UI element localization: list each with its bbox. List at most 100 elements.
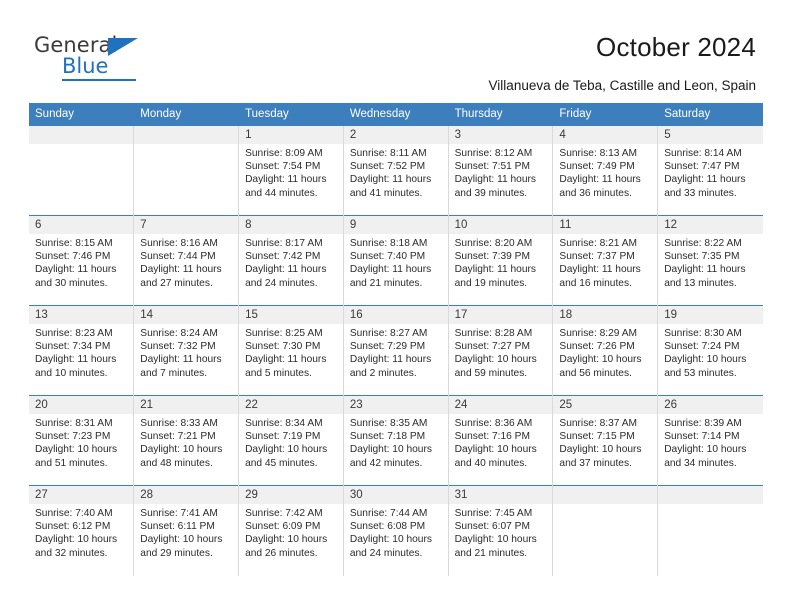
calendar-cell-day-29[interactable]: 29 Sunrise: 7:42 AM Sunset: 6:09 PM Dayligh… <box>238 485 344 576</box>
info-line-sunrise: Sunrise: 8:24 AM <box>140 328 218 339</box>
calendar-cell-day-13[interactable]: 13 Sunrise: 8:23 AM Sunset: 7:34 PM Dayligh… <box>29 305 135 396</box>
day-sun-info: Sunrise: 8:31 AM Sunset: 7:23 PM Daylight:… <box>29 414 133 470</box>
calendar-cell-day-17[interactable]: 17 Sunrise: 8:28 AM Sunset: 7:27 PM Dayligh… <box>448 305 554 396</box>
day-number: 8 <box>239 216 343 234</box>
info-line-sunrise: Sunrise: 8:34 AM <box>245 418 323 429</box>
day-number: 2 <box>343 126 448 144</box>
info-line-daylight-1: Daylight: 11 hours <box>349 264 432 276</box>
day-sun-info: Sunrise: 8:16 AM Sunset: 7:44 PM Daylight:… <box>134 234 238 290</box>
day-sun-info: Sunrise: 7:42 AM Sunset: 6:09 PM Daylight:… <box>239 504 343 560</box>
calendar-cell-day-30[interactable]: 30 Sunrise: 7:44 AM Sunset: 6:08 PM Dayligh… <box>343 485 449 576</box>
info-line-daylight-1: Daylight: 10 hours <box>35 534 118 546</box>
info-line-sunrise: Sunrise: 8:16 AM <box>140 238 218 249</box>
info-line-daylight-2: and 26 minutes. <box>245 547 318 559</box>
info-line-sunrise: Sunrise: 8:37 AM <box>559 418 637 429</box>
day-sun-info: Sunrise: 8:12 AM Sunset: 7:51 PM Daylight:… <box>449 144 553 200</box>
calendar-cell-day-11[interactable]: 11 Sunrise: 8:21 AM Sunset: 7:37 PM Dayligh… <box>552 215 659 306</box>
day-number: 29 <box>239 486 343 504</box>
info-line-sunrise: Sunrise: 7:44 AM <box>349 508 428 519</box>
calendar-cell-empty <box>29 125 135 216</box>
info-line-daylight-2: and 24 minutes. <box>349 547 423 559</box>
calendar-cell-day-23[interactable]: 23 Sunrise: 8:35 AM Sunset: 7:18 PM Dayligh… <box>343 395 449 486</box>
info-line-sunset: Sunset: 7:40 PM <box>349 251 426 263</box>
calendar-cell-day-9[interactable]: 9 Sunrise: 8:18 AM Sunset: 7:40 PM Daylight… <box>343 215 449 306</box>
calendar-cell-day-14[interactable]: 14 Sunrise: 8:24 AM Sunset: 7:32 PM Dayligh… <box>133 305 240 396</box>
day-sun-info: Sunrise: 8:11 AM Sunset: 7:52 PM Daylight:… <box>344 144 448 200</box>
calendar-cell-day-18[interactable]: 18 Sunrise: 8:29 AM Sunset: 7:26 PM Dayligh… <box>552 305 659 396</box>
day-sun-info: Sunrise: 8:13 AM Sunset: 7:49 PM Daylight:… <box>553 144 657 200</box>
info-line-daylight-1: Daylight: 11 hours <box>559 264 641 276</box>
info-line-daylight-1: Daylight: 10 hours <box>349 534 432 546</box>
calendar-cell-day-25[interactable]: 25 Sunrise: 8:37 AM Sunset: 7:15 PM Dayligh… <box>552 395 659 486</box>
info-line-daylight-2: and 44 minutes. <box>245 187 318 199</box>
day-sun-info: Sunrise: 8:15 AM Sunset: 7:46 PM Daylight:… <box>29 234 133 290</box>
calendar-cell-day-10[interactable]: 10 Sunrise: 8:20 AM Sunset: 7:39 PM Dayligh… <box>448 215 554 306</box>
calendar-week-row: 6 Sunrise: 8:15 AM Sunset: 7:46 PM Daylight… <box>29 215 763 306</box>
day-number: 20 <box>29 396 134 414</box>
info-line-daylight-2: and 27 minutes. <box>140 277 213 289</box>
info-line-sunrise: Sunrise: 8:22 AM <box>664 238 742 249</box>
info-line-daylight-2: and 16 minutes. <box>559 277 632 289</box>
info-line-daylight-1: Daylight: 10 hours <box>454 354 537 366</box>
general-blue-logo[interactable]: General Blue <box>34 33 154 81</box>
info-line-sunrise: Sunrise: 7:45 AM <box>454 508 533 519</box>
info-line-daylight-2: and 41 minutes. <box>349 187 423 199</box>
day-sun-info: Sunrise: 8:25 AM Sunset: 7:30 PM Daylight:… <box>239 324 343 380</box>
calendar-cell-day-28[interactable]: 28 Sunrise: 7:41 AM Sunset: 6:11 PM Dayligh… <box>133 485 240 576</box>
day-sun-info: Sunrise: 7:45 AM Sunset: 6:07 PM Daylight:… <box>449 504 553 560</box>
day-number: 15 <box>239 306 343 324</box>
calendar-cell-day-8[interactable]: 8 Sunrise: 8:17 AM Sunset: 7:42 PM Daylight… <box>238 215 344 306</box>
calendar-cell-day-19[interactable]: 19 Sunrise: 8:30 AM Sunset: 7:24 PM Dayligh… <box>657 305 763 396</box>
calendar-cell-day-22[interactable]: 22 Sunrise: 8:34 AM Sunset: 7:19 PM Dayligh… <box>238 395 344 486</box>
calendar-cell-day-27[interactable]: 27 Sunrise: 7:40 AM Sunset: 6:12 PM Dayligh… <box>29 485 135 576</box>
info-line-sunset: Sunset: 7:51 PM <box>454 161 530 173</box>
day-number: 18 <box>553 306 658 324</box>
day-sun-info: Sunrise: 8:28 AM Sunset: 7:27 PM Daylight:… <box>449 324 553 380</box>
calendar-cell-day-5[interactable]: 5 Sunrise: 8:14 AM Sunset: 7:47 PM Daylight… <box>657 125 763 216</box>
info-line-daylight-2: and 29 minutes. <box>140 547 213 559</box>
calendar-cell-day-12[interactable]: 12 Sunrise: 8:22 AM Sunset: 7:35 PM Dayligh… <box>657 215 763 306</box>
info-line-daylight-2: and 10 minutes. <box>35 367 108 379</box>
calendar-cell-day-2[interactable]: 2 Sunrise: 8:11 AM Sunset: 7:52 PM Daylight… <box>343 125 449 216</box>
info-line-daylight-1: Daylight: 11 hours <box>664 264 746 276</box>
info-line-sunset: Sunset: 7:23 PM <box>35 431 111 443</box>
info-line-daylight-1: Daylight: 11 hours <box>664 174 746 186</box>
day-sun-info: Sunrise: 8:14 AM Sunset: 7:47 PM Daylight:… <box>658 144 762 200</box>
day-number <box>134 126 239 144</box>
weekday-header-sunday: Sunday <box>29 103 135 126</box>
info-line-sunset: Sunset: 7:52 PM <box>349 161 426 173</box>
calendar-cell-day-6[interactable]: 6 Sunrise: 8:15 AM Sunset: 7:46 PM Daylight… <box>29 215 135 306</box>
calendar-cell-day-3[interactable]: 3 Sunrise: 8:12 AM Sunset: 7:51 PM Daylight… <box>448 125 554 216</box>
calendar-cell-day-31[interactable]: 31 Sunrise: 7:45 AM Sunset: 6:07 PM Dayligh… <box>448 485 554 576</box>
page-title: October 2024 <box>596 32 756 62</box>
calendar-cell-empty <box>552 485 659 576</box>
calendar-cell-day-21[interactable]: 21 Sunrise: 8:33 AM Sunset: 7:21 PM Dayligh… <box>133 395 240 486</box>
info-line-daylight-2: and 2 minutes. <box>349 367 417 379</box>
info-line-daylight-1: Daylight: 10 hours <box>349 444 432 456</box>
info-line-daylight-1: Daylight: 10 hours <box>454 534 537 546</box>
day-number: 3 <box>448 126 553 144</box>
calendar-cell-day-20[interactable]: 20 Sunrise: 8:31 AM Sunset: 7:23 PM Dayligh… <box>29 395 135 486</box>
info-line-sunset: Sunset: 7:37 PM <box>559 251 635 263</box>
info-line-daylight-2: and 42 minutes. <box>349 457 423 469</box>
info-line-sunrise: Sunrise: 8:12 AM <box>454 148 533 159</box>
calendar-cell-day-1[interactable]: 1 Sunrise: 8:09 AM Sunset: 7:54 PM Daylight… <box>238 125 344 216</box>
info-line-sunrise: Sunrise: 8:39 AM <box>664 418 742 429</box>
calendar-cell-day-7[interactable]: 7 Sunrise: 8:16 AM Sunset: 7:44 PM Daylight… <box>133 215 240 306</box>
info-line-sunset: Sunset: 7:35 PM <box>664 251 740 263</box>
calendar-cell-day-4[interactable]: 4 Sunrise: 8:13 AM Sunset: 7:49 PM Daylight… <box>552 125 659 216</box>
calendar-cell-day-24[interactable]: 24 Sunrise: 8:36 AM Sunset: 7:16 PM Dayligh… <box>448 395 554 486</box>
weekday-header-saturday: Saturday <box>657 103 763 126</box>
weekday-header-tuesday: Tuesday <box>238 103 344 126</box>
info-line-sunrise: Sunrise: 8:27 AM <box>349 328 428 339</box>
calendar-cell-day-16[interactable]: 16 Sunrise: 8:27 AM Sunset: 7:29 PM Dayligh… <box>343 305 449 396</box>
info-line-sunset: Sunset: 7:29 PM <box>349 341 426 353</box>
info-line-daylight-2: and 33 minutes. <box>664 187 737 199</box>
info-line-sunrise: Sunrise: 8:09 AM <box>245 148 323 159</box>
calendar-cell-day-15[interactable]: 15 Sunrise: 8:25 AM Sunset: 7:30 PM Dayligh… <box>238 305 344 396</box>
info-line-daylight-2: and 19 minutes. <box>454 277 528 289</box>
info-line-sunrise: Sunrise: 8:28 AM <box>454 328 533 339</box>
info-line-daylight-2: and 53 minutes. <box>664 367 737 379</box>
info-line-daylight-2: and 21 minutes. <box>454 547 528 559</box>
calendar-cell-day-26[interactable]: 26 Sunrise: 8:39 AM Sunset: 7:14 PM Dayligh… <box>657 395 763 486</box>
